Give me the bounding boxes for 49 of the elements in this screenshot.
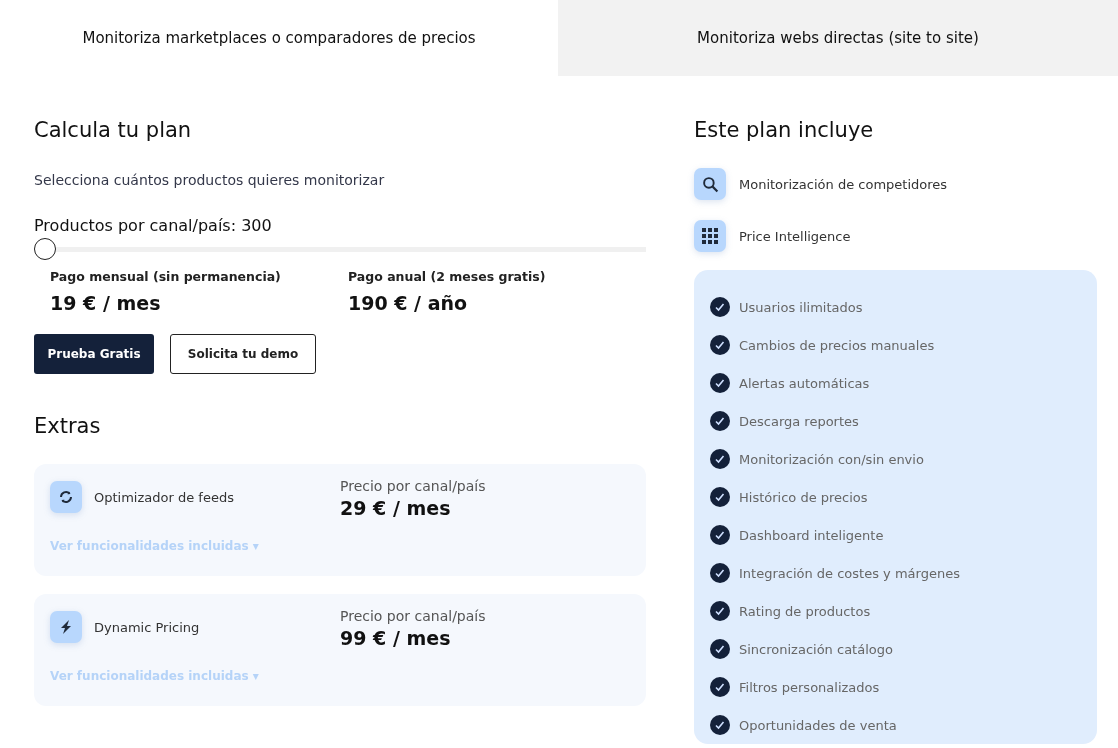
check-icon (710, 487, 730, 507)
module-label: Monitorización de competidores (739, 176, 948, 192)
module-label: Price Intelligence (739, 228, 851, 244)
demo-button[interactable]: Solicita tu demo (170, 334, 316, 374)
refresh-icon (50, 481, 82, 513)
price-value: 29 € / mes (340, 497, 452, 519)
price-value: 190 € / año (348, 292, 469, 314)
feature-item: Filtros personalizados (739, 679, 880, 695)
feature-item: Usuarios ilimitados (739, 299, 863, 315)
check-icon (710, 639, 730, 659)
price-label: Precio por canal/país (340, 608, 486, 624)
feature-item: Dashboard inteligente (739, 527, 884, 543)
grid-icon (694, 220, 726, 252)
check-icon (710, 525, 730, 545)
lightning-icon (50, 611, 82, 643)
feature-item: Sincronización catálogo (739, 641, 893, 657)
check-icon (710, 335, 730, 355)
section-title: Extras (34, 414, 102, 440)
check-icon (710, 601, 730, 621)
check-icon (710, 449, 730, 469)
slider-label: Productos por canal/país: 300 (34, 216, 273, 235)
feature-item: Integración de costes y márgenes (739, 565, 960, 581)
price-label: Pago mensual (sin permanencia) (50, 269, 282, 284)
check-icon (710, 373, 730, 393)
search-icon (694, 168, 726, 200)
price-label: Precio por canal/país (340, 478, 486, 494)
feature-item: Alertas automáticas (739, 375, 870, 391)
feature-item: Descarga reportes (739, 413, 859, 429)
check-icon (710, 715, 730, 735)
check-icon (710, 411, 730, 431)
check-icon (710, 677, 730, 697)
subtitle: Selecciona cuántos productos quieres monitorizar (34, 172, 386, 188)
price-label: Pago anual (2 meses gratis) (348, 269, 547, 284)
feature-item: Oportunidades de venta (739, 717, 897, 733)
free-trial-button[interactable]: Prueba Gratis (34, 334, 154, 374)
tab[interactable]: Monitoriza webs directas (site to site) (558, 0, 1118, 76)
feature-item: Cambios de precios manuales (739, 337, 935, 353)
extra-name: Dynamic Pricing (94, 619, 200, 635)
feature-item: Monitorización con/sin envio (739, 451, 924, 467)
section-title: Calcula tu plan (34, 118, 193, 144)
extra-name: Optimizador de feeds (94, 489, 234, 505)
feature-item: Histórico de precios (739, 489, 868, 505)
price-value: 19 € / mes (50, 292, 162, 314)
section-title: Este plan incluye (694, 118, 875, 144)
feature-item: Rating de productos (739, 603, 871, 619)
price-value: 99 € / mes (340, 627, 452, 649)
check-icon (710, 297, 730, 317)
slider-thumb[interactable] (34, 238, 56, 260)
check-icon (710, 563, 730, 583)
